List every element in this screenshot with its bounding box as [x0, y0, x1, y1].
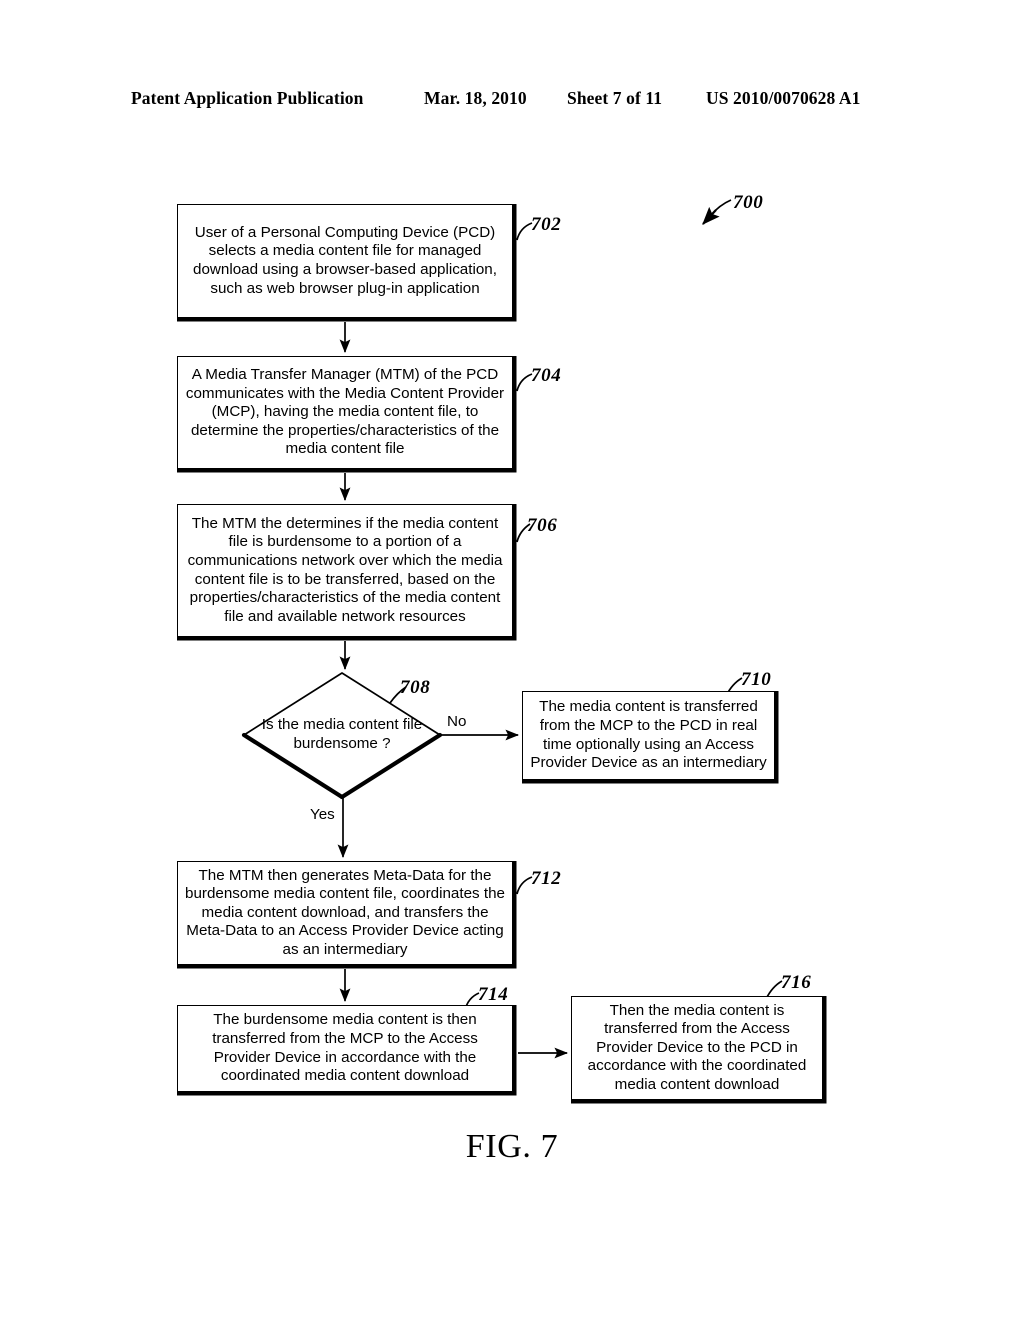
process-node-710-text: The media content is transferred from th… — [530, 698, 767, 772]
process-node-714-text: The burdensome media content is then tra… — [212, 1011, 478, 1085]
figure-caption: FIG. 7 — [465, 1128, 559, 1165]
process-node-706[interactable]: The MTM the determines if the media cont… — [177, 504, 513, 637]
process-node-702[interactable]: User of a Personal Computing Device (PCD… — [177, 204, 513, 318]
flowchart-connectors — [241, 199, 783, 1059]
process-node-712[interactable]: The MTM then generates Meta-Data for the… — [177, 861, 513, 965]
reference-numeral-716: 716 — [781, 972, 812, 993]
process-node-716-text: Then the media content is transferred fr… — [587, 1001, 807, 1093]
process-node-710[interactable]: The media content is transferred from th… — [522, 691, 775, 780]
process-node-704-text: A Media Transfer Manager (MTM) of the PC… — [185, 366, 505, 458]
reference-numeral-706: 706 — [527, 515, 558, 536]
process-node-702-text: User of a Personal Computing Device (PCD… — [193, 223, 497, 297]
reference-numeral-700: 700 — [733, 192, 764, 213]
reference-numeral-702: 702 — [531, 214, 562, 235]
reference-numeral-708: 708 — [400, 677, 431, 698]
reference-numeral-712: 712 — [531, 868, 562, 889]
process-node-704[interactable]: A Media Transfer Manager (MTM) of the PC… — [177, 356, 513, 469]
process-node-712-text: The MTM then generates Meta-Data for the… — [185, 866, 505, 958]
reference-numeral-714: 714 — [478, 984, 509, 1005]
edge-label-no: No — [447, 713, 467, 730]
diagram-ref-leader — [702, 199, 732, 225]
process-node-706-text: The MTM the determines if the media cont… — [187, 514, 503, 625]
process-node-714[interactable]: The burdensome media content is then tra… — [177, 1005, 513, 1092]
edge-label-yes: Yes — [310, 806, 335, 823]
reference-numeral-710: 710 — [741, 669, 772, 690]
decision-node-708-text: Is the media content file burdensome ? — [261, 716, 423, 752]
reference-numeral-704: 704 — [531, 365, 562, 386]
process-node-716[interactable]: Then the media content is transferred fr… — [571, 996, 823, 1100]
